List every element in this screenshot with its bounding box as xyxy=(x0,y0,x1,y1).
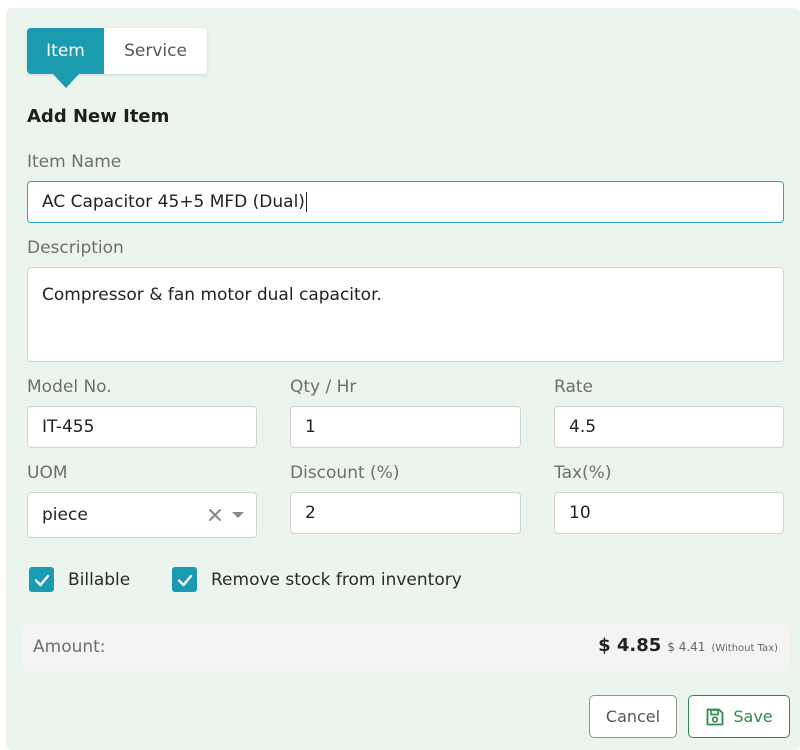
billable-checkbox-row[interactable]: Billable xyxy=(29,567,130,592)
rate-field[interactable]: 4.5 xyxy=(554,406,784,448)
model-no-field[interactable]: IT-455 xyxy=(27,406,257,448)
check-icon xyxy=(177,574,192,586)
item-name-label: Item Name xyxy=(27,152,122,172)
item-name-field[interactable]: AC Capacitor 45+5 MFD (Dual) xyxy=(27,181,784,223)
qty-hr-label: Qty / Hr xyxy=(290,377,357,397)
billable-label: Billable xyxy=(68,569,131,590)
uom-select[interactable]: piece xyxy=(27,492,257,538)
description-label: Description xyxy=(27,238,124,258)
qty-hr-value: 1 xyxy=(305,417,316,437)
tax-value: 10 xyxy=(569,503,591,523)
uom-value: piece xyxy=(42,505,88,525)
amount-without-tax-note: (Without Tax) xyxy=(711,643,778,654)
description-value: Compressor & fan motor dual capacitor. xyxy=(42,285,382,305)
item-name-value: AC Capacitor 45+5 MFD (Dual) xyxy=(42,192,305,212)
check-icon xyxy=(34,574,49,586)
tax-field[interactable]: 10 xyxy=(554,492,784,534)
amount-without-tax: $ 4.41 xyxy=(667,640,706,654)
tab-item[interactable]: Item xyxy=(27,28,104,74)
discount-label: Discount (%) xyxy=(290,463,400,483)
uom-label: UOM xyxy=(27,463,68,483)
discount-field[interactable]: 2 xyxy=(290,492,521,534)
tab-service[interactable]: Service xyxy=(104,28,207,74)
tax-label: Tax(%) xyxy=(554,463,612,483)
description-field[interactable]: Compressor & fan motor dual capacitor. xyxy=(27,267,784,362)
model-no-value: IT-455 xyxy=(42,417,95,437)
save-icon xyxy=(706,708,724,725)
chevron-down-icon[interactable] xyxy=(232,512,244,518)
text-caret xyxy=(305,192,307,212)
amount-bar: Amount: $ 4.85 $ 4.41 (Without Tax) xyxy=(22,623,790,671)
amount-values: $ 4.85 $ 4.41 (Without Tax) xyxy=(598,635,778,656)
save-label: Save xyxy=(733,707,773,726)
amount-label: Amount: xyxy=(33,637,106,657)
remove-stock-label: Remove stock from inventory xyxy=(211,569,462,590)
remove-stock-checkbox-row[interactable]: Remove stock from inventory xyxy=(172,567,462,592)
rate-value: 4.5 xyxy=(569,417,597,437)
billable-checkbox[interactable] xyxy=(29,567,54,592)
model-no-label: Model No. xyxy=(27,377,112,397)
remove-stock-checkbox[interactable] xyxy=(172,567,197,592)
qty-hr-field[interactable]: 1 xyxy=(290,406,521,448)
tab-bar: Item Service xyxy=(27,28,207,74)
close-icon[interactable] xyxy=(208,508,222,522)
cancel-button[interactable]: Cancel xyxy=(589,695,677,738)
discount-value: 2 xyxy=(305,503,316,523)
rate-label: Rate xyxy=(554,377,593,397)
form-heading: Add New Item xyxy=(27,106,170,127)
uom-controls xyxy=(208,493,244,537)
save-button[interactable]: Save xyxy=(688,695,790,738)
amount-total: $ 4.85 xyxy=(598,635,662,656)
